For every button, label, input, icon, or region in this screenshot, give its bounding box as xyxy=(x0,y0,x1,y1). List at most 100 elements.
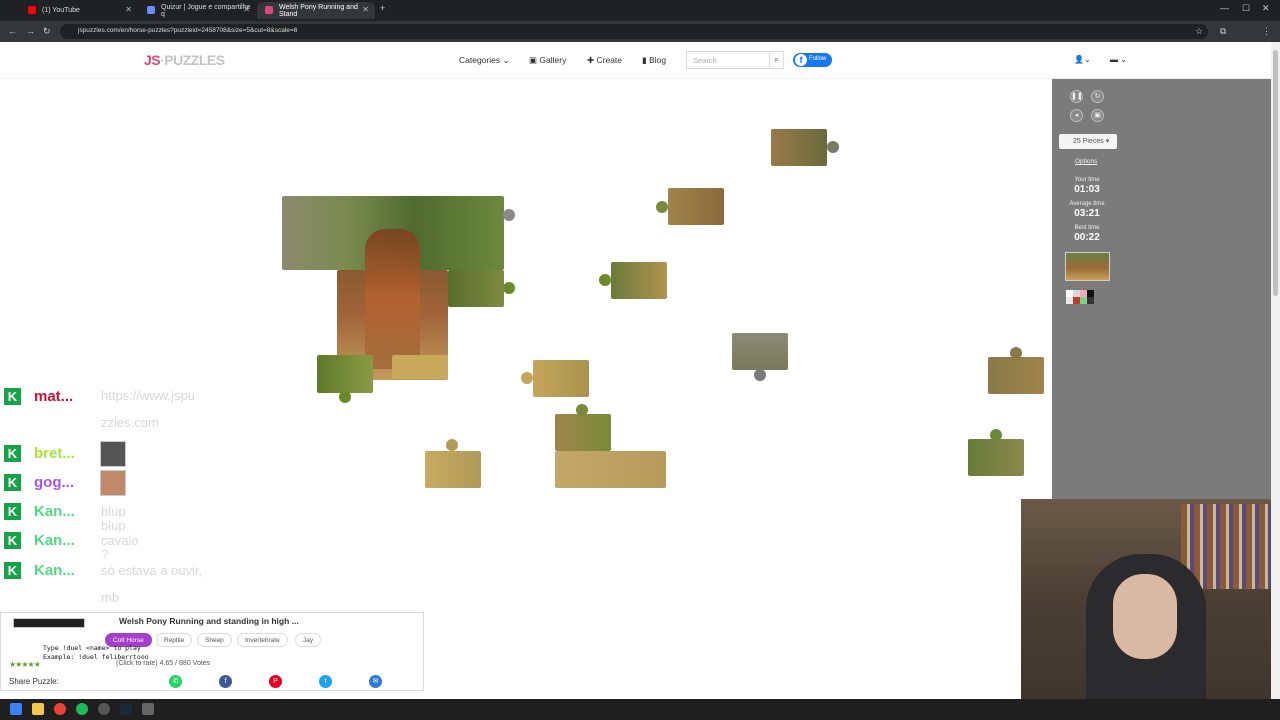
background-swatch[interactable] xyxy=(1066,297,1073,304)
background-swatch[interactable] xyxy=(1087,290,1094,297)
chat-username: bret... xyxy=(34,445,75,462)
url-field[interactable]: jspuzzles.com/en/horse-puzzles?puzzleid=… xyxy=(60,24,1208,39)
tag-invertebrate[interactable]: Invertebrate xyxy=(237,633,288,647)
puzzle-piece[interactable] xyxy=(611,262,667,299)
user-menu-icon[interactable]: 👤⌄ xyxy=(1074,55,1091,64)
forward-icon[interactable]: → xyxy=(26,26,35,36)
chat-text: blup blup xyxy=(101,504,126,533)
blog-icon: ▮ xyxy=(642,55,647,65)
whatsapp-icon[interactable]: ✆ xyxy=(169,675,182,688)
tag-reptile[interactable]: Reptile xyxy=(156,633,193,647)
stream-overlay-bar xyxy=(13,618,85,628)
url-text: jspuzzles.com/en/horse-puzzles?puzzleid=… xyxy=(78,27,298,34)
chat-text: https://www.jspu zzles.com xyxy=(101,388,195,430)
puzzle-sidebar: ❚❚ ↻ ◂ ▣ 25 Pieces ▾ Options Your time 0… xyxy=(1052,79,1280,499)
puzzle-piece[interactable] xyxy=(425,451,481,488)
scrollbar-thumb[interactable] xyxy=(1273,50,1278,296)
search-input[interactable]: Search xyxy=(686,51,770,69)
browser-tab-strip: (1) YouTube ✕ Quizur | Jogue e compartil… xyxy=(0,0,1280,21)
pinterest-icon[interactable]: P xyxy=(269,675,282,688)
your-time-label: Your time xyxy=(1074,177,1100,183)
puzzle-board[interactable] xyxy=(0,79,1052,606)
language-flag-icon[interactable]: ▬ ⌄ xyxy=(1110,55,1127,64)
sound-icon[interactable]: ◂ xyxy=(1070,109,1083,122)
tab-jspuzzles[interactable]: Welsh Pony Running and Stand ✕ xyxy=(257,2,375,19)
background-swatch[interactable] xyxy=(1087,297,1094,304)
extensions-icon[interactable]: ⧉ xyxy=(1220,26,1226,37)
kick-badge-icon: K xyxy=(4,474,21,491)
spotify-icon[interactable] xyxy=(76,703,88,715)
maximize-icon[interactable]: ☐ xyxy=(1242,3,1250,14)
options-link[interactable]: Options xyxy=(1075,158,1097,165)
background-swatch[interactable] xyxy=(1080,297,1087,304)
tab-youtube[interactable]: (1) YouTube ✕ xyxy=(20,2,138,19)
app-icon[interactable] xyxy=(142,703,154,715)
facebook-follow-button[interactable]: f Follow xyxy=(793,53,832,67)
puzzle-piece[interactable] xyxy=(968,439,1024,476)
piece-knob xyxy=(1010,347,1022,359)
kick-badge-icon: K xyxy=(4,562,21,579)
tab-title: Quizur | Jogue e compartilhe q xyxy=(161,3,251,18)
background-swatch[interactable] xyxy=(1073,297,1080,304)
close-tab-icon[interactable]: ✕ xyxy=(125,5,132,14)
best-time-label: Best time xyxy=(1074,225,1100,231)
twitter-icon[interactable]: t xyxy=(319,675,332,688)
close-window-icon[interactable]: ✕ xyxy=(1262,3,1270,14)
best-time-value: 00:22 xyxy=(1074,232,1100,243)
quizur-icon xyxy=(147,6,155,14)
tag-jay[interactable]: Jay xyxy=(295,633,322,647)
nav-create[interactable]: ✚ Create xyxy=(587,55,622,66)
piece-knob xyxy=(503,209,515,221)
restart-icon[interactable]: ↻ xyxy=(1091,90,1104,103)
address-bar-row: ← → ↻ jspuzzles.com/en/horse-puzzles?puz… xyxy=(0,21,1280,42)
facebook-share-icon[interactable]: f xyxy=(219,675,232,688)
reload-icon[interactable]: ↻ xyxy=(43,26,51,37)
puzzle-title: Welsh Pony Running and standing in high … xyxy=(119,616,299,626)
puzzle-piece-group[interactable] xyxy=(555,451,666,488)
new-tab-button[interactable]: + xyxy=(380,3,385,13)
puzzle-piece[interactable] xyxy=(668,188,724,225)
puzzle-piece[interactable] xyxy=(988,357,1044,394)
menu-icon[interactable]: ⋮ xyxy=(1262,26,1271,37)
windows-start-icon[interactable] xyxy=(10,703,22,715)
close-tab-icon[interactable]: ✕ xyxy=(243,5,250,14)
puzzle-piece[interactable] xyxy=(771,129,827,166)
puzzle-piece[interactable] xyxy=(555,414,611,451)
tab-title: (1) YouTube xyxy=(42,7,80,14)
piece-knob xyxy=(576,404,588,416)
chrome-icon[interactable] xyxy=(54,703,66,715)
rating-stars[interactable]: ★★★★★ xyxy=(9,660,41,669)
piece-knob xyxy=(446,439,458,451)
puzzle-piece[interactable] xyxy=(732,333,788,370)
nav-gallery[interactable]: ▣ Gallery xyxy=(529,55,566,66)
back-icon[interactable]: ← xyxy=(8,26,17,36)
email-icon[interactable]: ✉ xyxy=(369,675,382,688)
search-icon[interactable]: ⌕ xyxy=(770,51,784,69)
puzzle-piece[interactable] xyxy=(533,360,589,397)
file-explorer-icon[interactable] xyxy=(32,703,44,715)
piece-knob xyxy=(990,429,1002,441)
puzzle-piece[interactable] xyxy=(317,355,373,393)
nav-categories[interactable]: Categories ⌄ xyxy=(459,55,510,66)
bookmark-star-icon[interactable]: ☆ xyxy=(1195,26,1203,37)
minimize-icon[interactable]: — xyxy=(1220,3,1229,13)
obs-icon[interactable] xyxy=(98,703,110,715)
puzzle-piece[interactable] xyxy=(448,270,504,307)
nav-blog[interactable]: ▮ Blog xyxy=(642,55,666,66)
pieces-select[interactable]: 25 Pieces ▾ xyxy=(1059,134,1117,149)
background-swatch[interactable] xyxy=(1080,290,1087,297)
close-tab-icon[interactable]: ✕ xyxy=(362,5,369,14)
background-swatch[interactable] xyxy=(1066,290,1073,297)
pause-icon[interactable]: ❚❚ xyxy=(1070,90,1083,103)
puzzle-piece[interactable] xyxy=(392,355,448,379)
taskbar xyxy=(0,699,1280,720)
fullscreen-icon[interactable]: ▣ xyxy=(1091,109,1104,122)
site-logo[interactable]: JS·PUZZLES xyxy=(144,52,225,68)
tag-sheep[interactable]: Sheep xyxy=(197,633,232,647)
emote-image xyxy=(100,441,126,467)
gallery-icon: ▣ xyxy=(529,55,538,65)
background-swatch[interactable] xyxy=(1073,290,1080,297)
puzzle-preview-thumbnail[interactable] xyxy=(1065,252,1110,281)
tab-quizur[interactable]: Quizur | Jogue e compartilhe q ✕ xyxy=(139,2,256,19)
steam-icon[interactable] xyxy=(120,703,132,715)
